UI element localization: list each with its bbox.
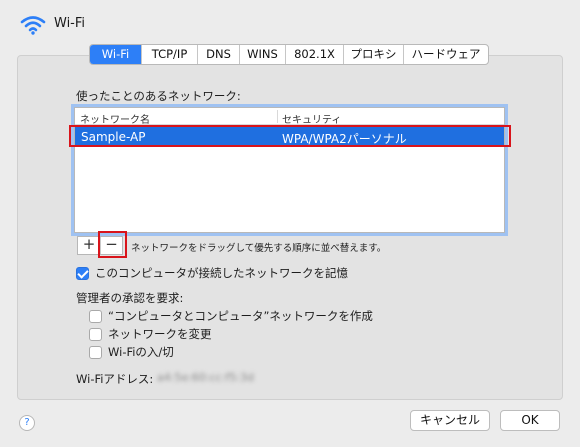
computer-to-computer-checkbox[interactable] xyxy=(89,309,102,323)
change-network-checkbox[interactable] xyxy=(89,327,102,341)
column-header-network-name[interactable]: ネットワーク名 xyxy=(80,111,150,126)
list-header: ネットワーク名 セキュリティ xyxy=(75,108,504,126)
admin-option-computer-to-computer[interactable]: “コンピュータとコンピュータ”ネットワークを作成 xyxy=(89,308,373,324)
help-button[interactable]: ? xyxy=(19,415,35,431)
wifi-address-value: a4:5e:60:cc:f5:3d xyxy=(157,371,254,384)
tab-wins[interactable]: WINS xyxy=(240,45,286,64)
tab-wifi[interactable]: Wi-Fi xyxy=(90,45,142,64)
wifi-toggle-label: Wi-Fiの入/切 xyxy=(108,345,174,359)
admin-option-wifi-toggle[interactable]: Wi-Fiの入/切 xyxy=(89,344,174,360)
network-row[interactable]: Sample-AP WPA/WPA2パーソナル xyxy=(75,127,504,147)
network-list[interactable]: ネットワーク名 セキュリティ Sample-AP WPA/WPA2パーソナル xyxy=(74,107,505,233)
window-title: Wi-Fi xyxy=(54,16,86,31)
tab-tcpip[interactable]: TCP/IP xyxy=(142,45,198,64)
admin-option-change-network[interactable]: ネットワークを変更 xyxy=(89,326,212,342)
wifi-icon xyxy=(20,16,46,35)
admin-approval-label: 管理者の承認を要求: xyxy=(76,291,184,305)
column-divider xyxy=(277,110,278,123)
computer-to-computer-label: “コンピュータとコンピュータ”ネットワークを作成 xyxy=(108,309,373,323)
list-edit-buttons: + − xyxy=(77,236,123,255)
drag-hint-text: ネットワークをドラッグして優先する順序に並べ替えます。 xyxy=(131,243,387,254)
tab-proxy[interactable]: プロキシ xyxy=(344,45,404,64)
remember-networks-label: このコンピュータが接続したネットワークを記憶 xyxy=(95,266,348,280)
title-bar: Wi-Fi xyxy=(0,0,580,44)
ok-button[interactable]: OK xyxy=(500,410,560,431)
remember-networks-option[interactable]: このコンピュータが接続したネットワークを記憶 xyxy=(76,265,348,281)
tab-hardware[interactable]: ハードウェア xyxy=(404,45,488,64)
column-header-security[interactable]: セキュリティ xyxy=(282,111,341,126)
tab-8021x[interactable]: 802.1X xyxy=(286,45,344,64)
remember-networks-checkbox[interactable] xyxy=(76,266,89,280)
network-security-cell: WPA/WPA2パーソナル xyxy=(282,132,407,146)
tab-bar: Wi-Fi TCP/IP DNS WINS 802.1X プロキシ ハードウェア xyxy=(89,44,489,65)
remove-network-button[interactable]: − xyxy=(100,237,122,254)
networks-label: 使ったことのあるネットワーク: xyxy=(76,89,241,103)
change-network-label: ネットワークを変更 xyxy=(108,327,212,341)
network-name-cell: Sample-AP xyxy=(81,130,146,144)
tab-dns[interactable]: DNS xyxy=(198,45,240,64)
wifi-address-label: Wi-Fiアドレス: xyxy=(76,372,154,386)
wifi-toggle-checkbox[interactable] xyxy=(89,345,102,359)
add-network-button[interactable]: + xyxy=(78,237,100,254)
cancel-button[interactable]: キャンセル xyxy=(410,410,490,431)
